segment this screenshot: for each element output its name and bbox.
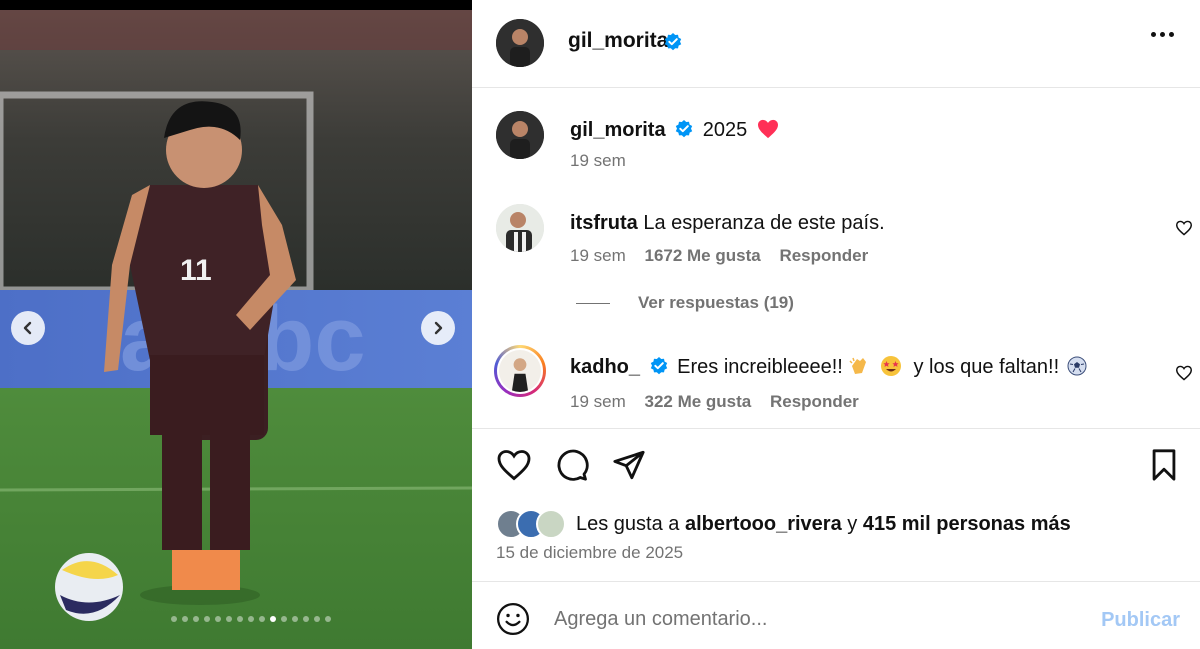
caption-text: 2025 — [702, 119, 748, 141]
comment-composer: Publicar — [472, 581, 1200, 649]
like-comment-heart-icon[interactable] — [1175, 365, 1193, 381]
author-username[interactable]: gil_morita — [568, 29, 668, 53]
post-header: gil_morita — [472, 0, 1200, 88]
carousel-dot — [303, 616, 309, 622]
share-paper-plane-icon[interactable] — [612, 448, 646, 482]
comment-bubble-icon[interactable] — [555, 448, 589, 482]
post-actions: Les gusta a albertooo_rivera y 415 mil p… — [472, 428, 1200, 580]
carousel-dot — [182, 616, 188, 622]
reply-button[interactable]: Responder — [770, 392, 859, 411]
publish-button[interactable]: Publicar — [1101, 609, 1180, 632]
star-struck-emoji-icon — [880, 356, 901, 376]
comment: itsfruta La esperanza de este país. 19 s… — [496, 204, 1196, 265]
likes-count[interactable]: 415 mil personas más — [863, 513, 1071, 536]
carousel-dot — [171, 616, 177, 622]
liker-avatar — [536, 509, 566, 539]
comment-time: 19 sem — [570, 246, 626, 265]
caption-username[interactable]: gil_morita — [570, 119, 666, 141]
post-detail-panel: gil_morita gil_morita 2025 19 sem itsfru… — [472, 0, 1200, 649]
liker-avatars — [496, 509, 568, 539]
carousel-dot — [259, 616, 265, 622]
instagram-post-view: arabc 11 — [0, 0, 1200, 649]
post-date: 15 de diciembre de 2025 — [496, 543, 684, 562]
chevron-left-icon — [23, 321, 32, 335]
save-bookmark-icon[interactable] — [1149, 448, 1179, 482]
verified-badge-icon — [664, 33, 682, 51]
reply-button[interactable]: Responder — [779, 246, 868, 265]
like-heart-icon[interactable] — [496, 448, 532, 482]
post-photo: arabc 11 — [0, 10, 472, 649]
like-comment-heart-icon[interactable] — [1175, 220, 1193, 236]
svg-text:11: 11 — [180, 254, 212, 287]
author-avatar[interactable] — [496, 19, 544, 67]
comment-username[interactable]: itsfruta — [570, 212, 638, 234]
carousel-indicator — [0, 616, 472, 622]
caption: gil_morita 2025 19 sem — [496, 111, 1196, 171]
comment-input[interactable] — [554, 604, 1074, 634]
carousel-dot — [215, 616, 221, 622]
commenter-avatar[interactable] — [496, 204, 544, 252]
previous-slide-button[interactable] — [11, 311, 45, 345]
carousel-dot — [237, 616, 243, 622]
clapping-hands-emoji-icon — [849, 357, 867, 374]
comment-text: Eres increibleeee!! — [677, 356, 843, 378]
liker-username[interactable]: albertooo_rivera — [685, 513, 842, 536]
carousel-dot — [292, 616, 298, 622]
carousel-dot — [270, 616, 276, 622]
chevron-right-icon — [434, 321, 443, 335]
carousel-dot — [325, 616, 331, 622]
comment-text: La esperanza de este país. — [643, 212, 885, 234]
view-replies-button[interactable]: Ver respuestas (19) — [576, 293, 794, 313]
next-slide-button[interactable] — [421, 311, 455, 345]
comments-section: gil_morita 2025 19 sem itsfruta La esper… — [472, 88, 1200, 428]
comment-text-continued: y los que faltan!! — [913, 356, 1060, 378]
comment-likes[interactable]: 1672 Me gusta — [644, 246, 760, 265]
comment-username[interactable]: kadho_ — [570, 356, 640, 378]
soccer-ball-emoji-icon — [1067, 356, 1087, 376]
more-options-button[interactable] — [1151, 32, 1174, 37]
comment-likes[interactable]: 322 Me gusta — [644, 392, 751, 411]
caption-author-avatar[interactable] — [496, 111, 544, 159]
caption-time: 19 sem — [570, 151, 626, 170]
comment: kadho_ Eres increibleeee!! y los que fal… — [494, 345, 1196, 411]
commenter-avatar-story-ring[interactable] — [494, 345, 546, 397]
carousel-dot — [281, 616, 287, 622]
carousel-dot — [226, 616, 232, 622]
verified-badge-icon — [650, 357, 667, 375]
verified-badge-icon — [675, 120, 693, 138]
carousel-dot — [248, 616, 254, 622]
carousel-dot — [193, 616, 199, 622]
post-media: arabc 11 — [0, 0, 472, 649]
heart-emoji-icon — [757, 119, 778, 139]
carousel-dot — [204, 616, 210, 622]
emoji-picker-icon[interactable] — [496, 602, 530, 636]
carousel-dot — [314, 616, 320, 622]
likes-summary: Les gusta a albertooo_rivera y 415 mil p… — [496, 509, 1071, 539]
comment-time: 19 sem — [570, 392, 626, 411]
